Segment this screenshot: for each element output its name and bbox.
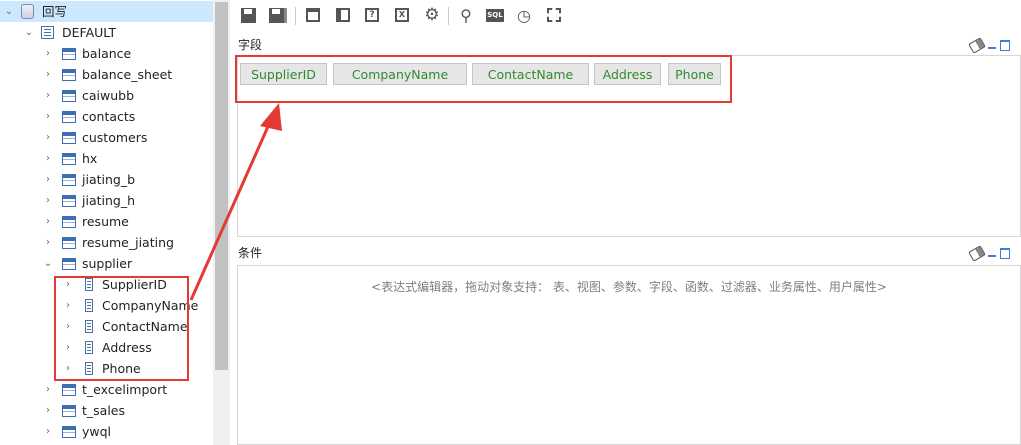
search-icon[interactable]: ⚲ (456, 5, 476, 25)
chevron-right-icon[interactable]: › (43, 64, 53, 85)
table-icon (62, 258, 76, 270)
chevron-right-icon[interactable]: › (43, 400, 53, 421)
tree-table-row[interactable]: › t_sales (0, 400, 213, 421)
table-icon (62, 384, 76, 396)
clock-icon[interactable]: ◷ (514, 5, 534, 25)
help-icon[interactable]: ? (362, 5, 382, 25)
tree-root[interactable]: ⌄ 回写 (0, 1, 213, 22)
table-icon (62, 90, 76, 102)
layout-icon[interactable] (303, 5, 323, 25)
tree-table-label: balance (82, 46, 132, 61)
table-icon (62, 111, 76, 123)
tree-table-label: jiating_h (82, 193, 136, 208)
chevron-right-icon[interactable]: › (43, 169, 53, 190)
tree-root-label: 回写 (42, 4, 68, 19)
tree-schema-label: DEFAULT (62, 25, 117, 40)
condition-panel-title: 条件 (238, 246, 263, 260)
export-excel-icon[interactable]: X (392, 5, 412, 25)
maximize-icon[interactable] (1000, 248, 1010, 259)
chevron-right-icon[interactable]: › (43, 85, 53, 106)
schema-icon (41, 26, 54, 39)
tree-table-label: ywql (82, 424, 112, 439)
tree-table-row[interactable]: › balance (0, 43, 213, 64)
chevron-down-icon[interactable]: ⌄ (4, 1, 14, 22)
tree-table-row[interactable]: › customers (0, 127, 213, 148)
eraser-icon[interactable] (968, 37, 986, 54)
tree-table-label: customers (82, 130, 148, 145)
chevron-right-icon[interactable]: › (43, 232, 53, 253)
table-icon (62, 237, 76, 249)
fields-panel-title: 字段 (238, 38, 263, 52)
chevron-down-icon[interactable]: ⌄ (24, 22, 34, 43)
tree-table-row[interactable]: ⌄ supplier (0, 253, 213, 274)
tree-table-row[interactable]: › contacts (0, 106, 213, 127)
toolbar-separator (448, 7, 449, 25)
tree-table-row[interactable]: › jiating_b (0, 169, 213, 190)
table-icon (62, 174, 76, 186)
chevron-right-icon[interactable]: › (43, 106, 53, 127)
tree-table-row[interactable]: › hx (0, 148, 213, 169)
tree-table-label: resume_jiating (82, 235, 174, 250)
table-icon (62, 405, 76, 417)
tree-table-label: hx (82, 151, 98, 166)
chevron-right-icon[interactable]: › (43, 43, 53, 64)
tree-table-row[interactable]: › balance_sheet (0, 64, 213, 85)
tree-table-label: t_sales (82, 403, 125, 418)
chevron-right-icon[interactable]: › (43, 379, 53, 400)
tree-table-label: supplier (82, 256, 133, 271)
chevron-right-icon[interactable]: › (43, 127, 53, 148)
chevron-right-icon[interactable]: › (43, 148, 53, 169)
table-icon (62, 132, 76, 144)
tree-schema-default[interactable]: ⌄ DEFAULT (0, 22, 213, 43)
highlight-box-tree-fields (54, 276, 189, 381)
minimize-icon[interactable] (988, 47, 996, 49)
scrollbar-thumb[interactable] (215, 2, 228, 370)
table-icon (62, 153, 76, 165)
settings-icon[interactable]: ⚙ (422, 5, 442, 25)
table-icon (62, 216, 76, 228)
tree-table-row[interactable]: › caiwubb (0, 85, 213, 106)
tree-table-label: t_excelimport (82, 382, 168, 397)
maximize-icon[interactable] (1000, 40, 1010, 51)
tree-table-row[interactable]: › jiating_h (0, 190, 213, 211)
minimize-icon[interactable] (988, 255, 996, 257)
chevron-down-icon[interactable]: ⌄ (43, 253, 53, 274)
tree-table-label: caiwubb (82, 88, 135, 103)
table-icon (62, 195, 76, 207)
tree-table-row[interactable]: › ywql (0, 421, 213, 442)
save-icon[interactable] (238, 5, 258, 25)
tree-table-label: resume (82, 214, 129, 229)
sql-icon[interactable]: SQL (485, 5, 505, 25)
table-properties-icon[interactable] (333, 5, 353, 25)
table-icon (62, 426, 76, 438)
chevron-right-icon[interactable]: › (43, 211, 53, 232)
sidebar-scrollbar[interactable] (213, 0, 230, 445)
tree-table-row[interactable]: › resume (0, 211, 213, 232)
sql-icon-text: SQL (486, 8, 504, 22)
tree-table-label: contacts (82, 109, 136, 124)
select-area-icon[interactable] (544, 5, 564, 25)
chevron-right-icon[interactable]: › (43, 190, 53, 211)
tree-table-label: balance_sheet (82, 67, 173, 82)
toolbar-separator (295, 7, 296, 25)
tree-table-label: jiating_b (82, 172, 136, 187)
tree-table-row[interactable]: › t_excelimport (0, 379, 213, 400)
database-icon (21, 4, 34, 19)
expression-editor-placeholder: <表达式编辑器，拖动对象支持： 表、视图、参数、字段、函数、过滤器、业务属性、用… (371, 280, 887, 294)
save-as-icon[interactable] (268, 5, 288, 25)
table-icon (62, 69, 76, 81)
chevron-right-icon[interactable]: › (43, 421, 53, 442)
eraser-icon[interactable] (968, 245, 986, 262)
highlight-box-fields (235, 55, 732, 103)
table-icon (62, 48, 76, 60)
tree-table-row[interactable]: › resume_jiating (0, 232, 213, 253)
